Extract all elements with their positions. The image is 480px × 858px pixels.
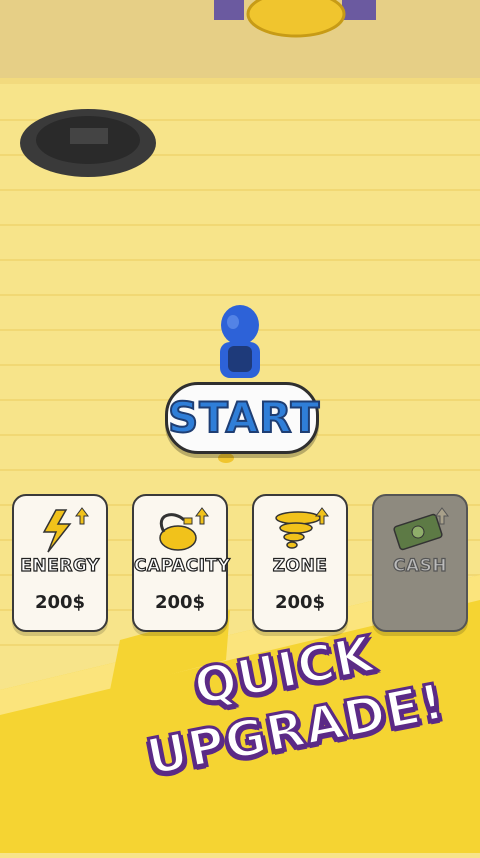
start-button-label: START <box>167 392 321 443</box>
start-button[interactable]: START <box>165 382 321 454</box>
vacuum-icon <box>159 507 209 551</box>
upgrade-label: ENERGY <box>20 555 100 576</box>
upgrade-card-energy[interactable]: ENERGY 200$ <box>12 494 108 632</box>
upgrade-label: CASH <box>392 555 448 576</box>
upgrade-price: 200$ <box>34 592 86 613</box>
upgrade-price: 200$ <box>274 592 326 613</box>
hole-portal <box>20 109 156 177</box>
tornado-icon <box>275 507 329 549</box>
upgrade-card-capacity[interactable]: CAPACITY 200$ <box>132 494 231 632</box>
lightning-icon <box>42 507 89 553</box>
upgrade-price: 200$ <box>154 592 206 613</box>
game-scene: START ENERGY 200$ CAPACITY 200$ ZONE 200… <box>0 0 480 853</box>
upgrade-label: CAPACITY <box>133 555 231 576</box>
cash-icon <box>393 507 449 551</box>
upgrade-label: ZONE <box>272 555 328 576</box>
upgrade-card-zone[interactable]: ZONE 200$ <box>252 494 348 632</box>
